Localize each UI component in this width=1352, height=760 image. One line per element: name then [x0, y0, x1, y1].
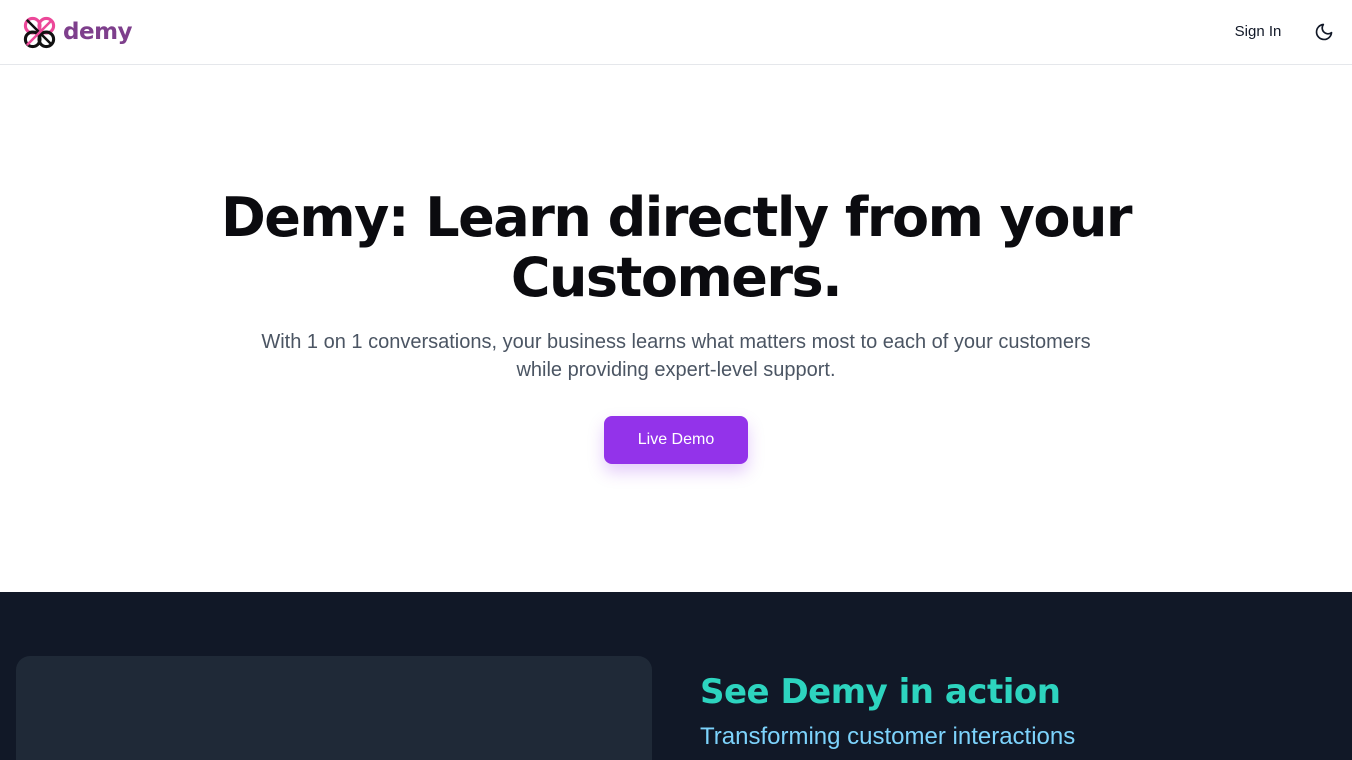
- logo-link[interactable]: demy: [22, 14, 133, 50]
- sign-in-link[interactable]: Sign In: [1228, 20, 1288, 44]
- demo-section-title: See Demy in action: [700, 672, 1061, 712]
- hero-subtitle-line-2: while providing expert-level support.: [516, 359, 836, 381]
- demo-section: See Demy in action Transforming customer…: [0, 592, 1352, 760]
- demo-section-subtitle: Transforming customer interactions: [700, 723, 1076, 750]
- top-nav: demy Sign In: [0, 0, 1352, 65]
- demo-video-card: [16, 656, 652, 760]
- hero-title-line-2: Customers.: [510, 246, 843, 309]
- live-demo-button[interactable]: Live Demo: [604, 416, 748, 464]
- hero-title: Demy: Learn directly from your Customers…: [176, 188, 1176, 308]
- page: demy Sign In Demy: Learn directly from y…: [0, 0, 1352, 760]
- brand-name: demy: [63, 19, 133, 45]
- hero-title-line-1: Demy: Learn directly from your: [220, 186, 1133, 249]
- hero-subtitle-line-1: With 1 on 1 conversations, your business…: [261, 331, 1091, 353]
- demy-logo-icon: [23, 16, 56, 48]
- moon-icon: [1315, 23, 1333, 41]
- hero-subtitle: With 1 on 1 conversations, your business…: [226, 328, 1126, 384]
- theme-toggle-button[interactable]: [1310, 18, 1338, 46]
